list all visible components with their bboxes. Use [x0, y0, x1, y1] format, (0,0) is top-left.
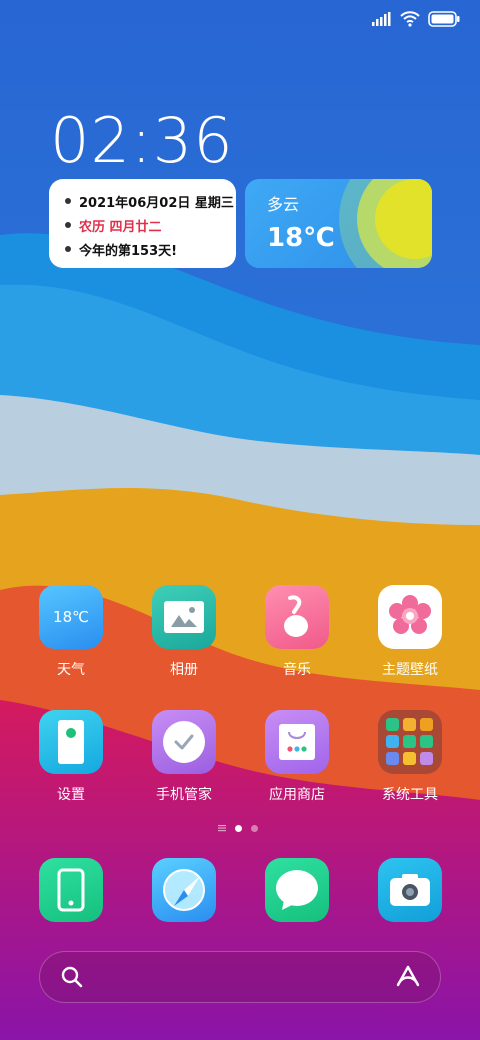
- page-dot: [251, 824, 258, 832]
- app-store[interactable]: 应用商店: [252, 710, 342, 804]
- app-settings[interactable]: 设置: [26, 710, 116, 804]
- day-count-line: 今年的第153天!: [65, 237, 236, 261]
- app-label: 天气: [57, 662, 85, 678]
- dock-camera[interactable]: [365, 858, 455, 922]
- weather-condition: 多云: [267, 195, 300, 214]
- battery-icon: [428, 11, 460, 27]
- page-indicator[interactable]: [218, 824, 258, 832]
- gallery-icon: [152, 585, 216, 649]
- signal-icon: [372, 12, 391, 26]
- lunar-line: 农历 四月廿二: [65, 213, 236, 237]
- assistant-icon[interactable]: [394, 965, 422, 989]
- weather-temperature: 18℃: [267, 223, 335, 253]
- browser-icon: [152, 858, 216, 922]
- search-bar[interactable]: [39, 951, 441, 1003]
- weather-icon: 18℃: [39, 585, 103, 649]
- app-label: 音乐: [283, 662, 311, 678]
- folder-icon: [378, 710, 442, 774]
- day-of-year: 今年的第153天!: [79, 243, 178, 259]
- app-label: 系统工具: [382, 787, 438, 803]
- app-phone-manager[interactable]: 手机管家: [139, 710, 229, 804]
- app-label: 设置: [57, 787, 85, 803]
- status-bar: [372, 8, 460, 30]
- phone-icon: [39, 858, 103, 922]
- phone-manager-icon: [152, 710, 216, 774]
- menu-lines-icon: [218, 825, 226, 832]
- app-weather[interactable]: 18℃ 天气: [26, 585, 116, 679]
- bullet-dot: [65, 222, 71, 228]
- settings-icon: [39, 710, 103, 774]
- app-label: 应用商店: [269, 787, 325, 803]
- app-theme[interactable]: 主题壁纸: [365, 585, 455, 679]
- dock-phone[interactable]: [26, 858, 116, 922]
- app-folder-system-tools[interactable]: 系统工具: [365, 710, 455, 804]
- weather-icon-temp: 18℃: [53, 608, 89, 626]
- date-widget[interactable]: 2021年06月02日 星期三 农历 四月廿二 今年的第153天!: [49, 179, 236, 268]
- app-store-icon: [265, 710, 329, 774]
- dock-messages[interactable]: [252, 858, 342, 922]
- camera-icon: [378, 858, 442, 922]
- wifi-icon: [400, 11, 420, 27]
- clock[interactable]: 02:36: [50, 104, 234, 177]
- app-gallery[interactable]: 相册: [139, 585, 229, 679]
- page-dot-active: [235, 824, 242, 832]
- music-icon: [265, 585, 329, 649]
- bullet-dot: [65, 246, 71, 252]
- theme-icon: [378, 585, 442, 649]
- app-label: 相册: [170, 662, 198, 678]
- weather-widget[interactable]: 多云 18℃: [245, 179, 432, 268]
- gregorian-date: 2021年06月02日 星期三: [79, 195, 234, 211]
- lunar-date: 农历 四月廿二: [79, 219, 162, 235]
- app-label: 主题壁纸: [382, 662, 438, 678]
- app-music[interactable]: 音乐: [252, 585, 342, 679]
- search-icon[interactable]: [60, 965, 84, 989]
- date-line: 2021年06月02日 星期三: [65, 189, 236, 213]
- dock-browser[interactable]: [139, 858, 229, 922]
- messages-icon: [265, 858, 329, 922]
- bullet-dot: [65, 198, 71, 204]
- app-label: 手机管家: [156, 787, 212, 803]
